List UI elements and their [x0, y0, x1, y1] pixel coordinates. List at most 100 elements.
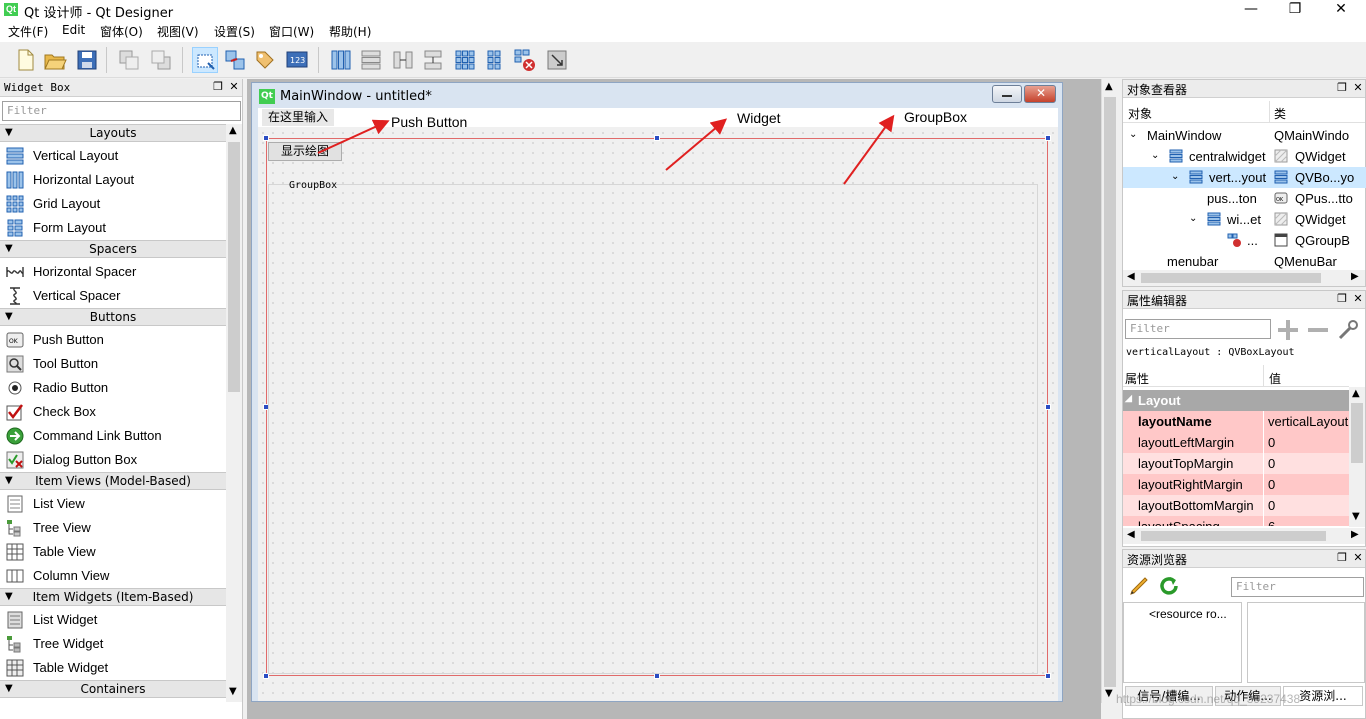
widget-item-tool-button[interactable]: Tool Button	[0, 352, 226, 376]
close-button[interactable]: ✕	[1318, 0, 1364, 20]
property-row-layout-name[interactable]: layoutName verticalLayout	[1123, 411, 1349, 432]
resource-tree[interactable]: <resource ro...	[1123, 602, 1242, 683]
save-icon[interactable]	[74, 47, 100, 73]
category-containers[interactable]: ▼ Containers	[0, 680, 226, 698]
lay-out-vertically-icon[interactable]	[358, 47, 384, 73]
bring-to-front-icon[interactable]	[148, 47, 174, 73]
scrollbar-thumb[interactable]	[1351, 403, 1363, 463]
scroll-down-icon[interactable]: ▼	[1105, 688, 1113, 699]
mdi-vertical-scrollbar[interactable]: ▲ ▼	[1101, 79, 1118, 703]
scroll-up-icon[interactable]: ▲	[1105, 81, 1113, 92]
selection-handle[interactable]	[263, 135, 269, 141]
reload-icon[interactable]	[1157, 574, 1181, 598]
selection-handle[interactable]	[1045, 404, 1051, 410]
scroll-right-icon[interactable]: ▶	[1351, 271, 1359, 282]
selection-handle[interactable]	[1045, 673, 1051, 679]
scrollbar-thumb[interactable]	[1141, 273, 1321, 283]
category-item-widgets[interactable]: ▼ Item Widgets (Item-Based)	[0, 588, 226, 606]
menu-help[interactable]: 帮助(H)	[329, 23, 371, 40]
remove-property-icon[interactable]	[1305, 317, 1331, 343]
property-group-layout[interactable]: ◢ Layout	[1123, 390, 1349, 411]
widget-item-vertical-layout[interactable]: Vertical Layout	[0, 144, 226, 168]
close-icon[interactable]: ✕	[227, 80, 241, 94]
menu-view[interactable]: 视图(V)	[157, 23, 199, 40]
configure-wrench-icon[interactable]	[1335, 317, 1361, 343]
form-close-button[interactable]: ✕	[1024, 85, 1056, 103]
scroll-down-icon[interactable]: ▼	[229, 686, 237, 697]
tree-row-menubar[interactable]: menubar QMenuBar	[1123, 251, 1366, 272]
widget-item-list-view[interactable]: List View	[0, 492, 226, 516]
tree-row-main-window[interactable]: ⌄ MainWindow QMainWindo	[1123, 125, 1366, 146]
widget-item-dialog-button-box[interactable]: Dialog Button Box	[0, 448, 226, 472]
property-editor-hscrollbar[interactable]: ◀ ▶	[1123, 528, 1365, 544]
float-icon[interactable]: ❐	[211, 80, 225, 94]
property-row-left-margin[interactable]: layoutLeftMargin 0	[1123, 432, 1349, 453]
edit-tab-order-icon[interactable]: 123	[284, 47, 310, 73]
scroll-up-icon[interactable]: ▲	[1352, 388, 1360, 399]
tree-row-vertical-layout[interactable]: ⌄ vert...yout QVBo...yo	[1123, 167, 1366, 188]
scroll-left-icon[interactable]: ◀	[1127, 529, 1135, 540]
widget-box-scrollbar[interactable]: ▲ ▼	[226, 124, 242, 702]
widget-item-column-view[interactable]: Column View	[0, 564, 226, 588]
selection-handle[interactable]	[654, 135, 660, 141]
property-filter-input[interactable]: Filter	[1125, 319, 1271, 339]
widget-filter-input[interactable]: Filter	[2, 101, 241, 121]
property-row-top-margin[interactable]: layoutTopMargin 0	[1123, 453, 1349, 474]
form-window[interactable]: Qt MainWindow - untitled* ✕ 在这里输入 显示绘图 G…	[251, 82, 1063, 702]
scrollbar-thumb[interactable]	[1104, 97, 1116, 687]
category-buttons[interactable]: ▼ Buttons	[0, 308, 226, 326]
scroll-down-icon[interactable]: ▼	[1352, 511, 1360, 522]
widget-item-horizontal-layout[interactable]: Horizontal Layout	[0, 168, 226, 192]
widget-item-grid-layout[interactable]: Grid Layout	[0, 192, 226, 216]
close-icon[interactable]: ✕	[1351, 292, 1365, 306]
menu-edit[interactable]: Edit	[62, 23, 85, 37]
widget-item-table-view[interactable]: Table View	[0, 540, 226, 564]
widget-item-check-box[interactable]: Check Box	[0, 400, 226, 424]
scrollbar-thumb[interactable]	[1141, 531, 1326, 541]
edit-signals-slots-icon[interactable]	[222, 47, 248, 73]
break-layout-icon[interactable]	[512, 47, 538, 73]
widget-item-command-link-button[interactable]: Command Link Button	[0, 424, 226, 448]
groupbox[interactable]: GroupBox	[268, 180, 1038, 674]
minimize-button[interactable]: —	[1228, 0, 1274, 20]
tree-row-push-button[interactable]: pus...ton OK QPus...tto	[1123, 188, 1366, 209]
widget-item-form-layout[interactable]: Form Layout	[0, 216, 226, 240]
edit-buddies-icon[interactable]	[252, 47, 278, 73]
new-file-icon[interactable]	[12, 47, 38, 73]
widget-item-table-widget[interactable]: Table Widget	[0, 656, 226, 680]
category-item-views[interactable]: ▼ Item Views (Model-Based)	[0, 472, 226, 490]
adjust-size-icon[interactable]	[544, 47, 570, 73]
vertical-splitter-icon[interactable]	[420, 47, 446, 73]
float-icon[interactable]: ❐	[1335, 292, 1349, 306]
widget-item-radio-button[interactable]: Radio Button	[0, 376, 226, 400]
property-editor-vscrollbar[interactable]: ▲ ▼	[1349, 387, 1365, 527]
tree-row-groupbox[interactable]: ... QGroupB	[1123, 230, 1366, 251]
close-icon[interactable]: ✕	[1351, 81, 1365, 95]
property-row-spacing[interactable]: layoutSpacing 6	[1123, 516, 1349, 526]
scrollbar-thumb[interactable]	[228, 142, 240, 392]
restore-button[interactable]: ❐	[1272, 0, 1318, 20]
resource-root-item[interactable]: <resource ro...	[1149, 607, 1227, 621]
widget-item-vertical-spacer[interactable]: Vertical Spacer	[0, 284, 226, 308]
edit-widgets-icon[interactable]	[192, 47, 218, 73]
menu-file[interactable]: 文件(F)	[8, 23, 48, 40]
tree-row-widget[interactable]: ⌄ wi...et QWidget	[1123, 209, 1366, 230]
menu-window[interactable]: 窗口(W)	[269, 23, 314, 40]
resource-filter-input[interactable]: Filter	[1231, 577, 1364, 597]
widget-item-push-button[interactable]: OK Push Button	[0, 328, 226, 352]
category-layouts[interactable]: ▼ Layouts	[0, 124, 226, 142]
form-minimize-button[interactable]	[992, 85, 1022, 103]
menu-settings[interactable]: 设置(S)	[214, 23, 255, 40]
type-here-menu[interactable]: 在这里输入	[262, 109, 335, 126]
property-row-bottom-margin[interactable]: layoutBottomMargin 0	[1123, 495, 1349, 516]
scroll-left-icon[interactable]: ◀	[1127, 271, 1135, 282]
widget-item-list-widget[interactable]: List Widget	[0, 608, 226, 632]
send-to-back-icon[interactable]	[116, 47, 142, 73]
show-plot-push-button[interactable]: 显示绘图	[268, 142, 342, 161]
widget-item-tree-view[interactable]: Tree View	[0, 516, 226, 540]
float-icon[interactable]: ❐	[1335, 551, 1349, 565]
widget-item-horizontal-spacer[interactable]: Horizontal Spacer	[0, 260, 226, 284]
float-icon[interactable]: ❐	[1335, 81, 1349, 95]
selection-handle[interactable]	[1045, 135, 1051, 141]
menu-form[interactable]: 窗体(O)	[100, 23, 143, 40]
